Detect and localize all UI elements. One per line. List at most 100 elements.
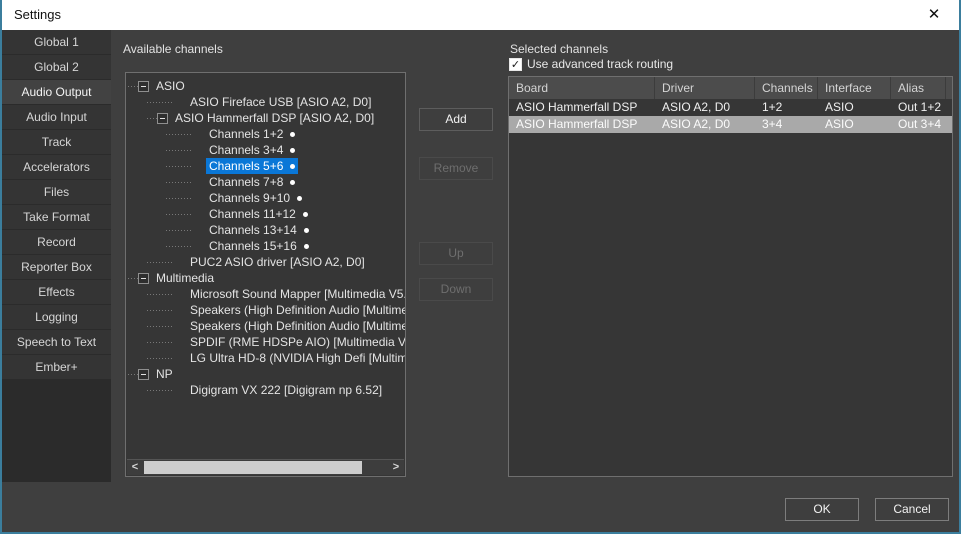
sidebar-item-files[interactable]: Files <box>2 180 111 204</box>
tree-connector <box>147 294 172 295</box>
scroll-left-icon[interactable]: < <box>127 460 143 475</box>
tree-item-label: Channels 13+14 <box>206 222 312 238</box>
tree-item-label: Channels 5+6 <box>206 158 298 174</box>
tree-item-label: NP <box>153 366 176 382</box>
sidebar-item-ember[interactable]: Ember+ <box>2 355 111 379</box>
tree-item-label: Speakers (High Definition Audio [Multime… <box>187 318 405 334</box>
tree-item-microsoft-sound-mapper-multimedia-v5-0[interactable]: Microsoft Sound Mapper [Multimedia V5.0] <box>126 286 405 302</box>
tree-item-puc2-asio-driver-asio-a2-d0[interactable]: PUC2 ASIO driver [ASIO A2, D0] <box>126 254 405 270</box>
table-row[interactable]: ASIO Hammerfall DSPASIO A2, D01+2ASIOOut… <box>509 99 952 116</box>
column-header-interface[interactable]: Interface <box>818 77 891 99</box>
sidebar-item-accelerators[interactable]: Accelerators <box>2 155 111 179</box>
sidebar-item-global-2[interactable]: Global 2 <box>2 55 111 79</box>
channel-bullet-icon <box>304 228 309 233</box>
collapse-minus-icon[interactable] <box>138 369 149 380</box>
tree-connector <box>166 134 191 135</box>
tree-item-asio-fireface-usb-asio-a2-d0[interactable]: ASIO Fireface USB [ASIO A2, D0] <box>126 94 405 110</box>
tree-item-label: Speakers (High Definition Audio [Multime… <box>187 302 405 318</box>
sidebar-item-audio-input[interactable]: Audio Input <box>2 105 111 129</box>
tree-connector <box>128 374 138 375</box>
column-header-channels[interactable]: Channels <box>755 77 818 99</box>
channel-tree: ASIOASIO Fireface USB [ASIO A2, D0]ASIO … <box>126 78 405 398</box>
tree-item-digigram-vx-222-digigram-np-6-52[interactable]: Digigram VX 222 [Digigram np 6.52] <box>126 382 405 398</box>
sidebar-item-track[interactable]: Track <box>2 130 111 154</box>
cell-alias: Out 1+2 <box>891 99 946 116</box>
tree-item-lg-ultra-hd-8-nvidia-high-defi-multimedia-v[interactable]: LG Ultra HD-8 (NVIDIA High Defi [Multime… <box>126 350 405 366</box>
sidebar-item-take-format[interactable]: Take Format <box>2 205 111 229</box>
tree-connector <box>147 118 157 119</box>
tree-item-speakers-high-definition-audio-multimedia-v[interactable]: Speakers (High Definition Audio [Multime… <box>126 302 405 318</box>
cell-channels: 1+2 <box>755 99 818 116</box>
scrollbar-thumb[interactable] <box>144 461 362 474</box>
down-button[interactable]: Down <box>419 278 493 301</box>
close-icon[interactable]: ✕ <box>917 0 951 30</box>
tree-item-channels-13-14[interactable]: Channels 13+14 <box>126 222 405 238</box>
tree-connector <box>166 230 191 231</box>
tree-connector <box>166 214 191 215</box>
tree-item-channels-9-10[interactable]: Channels 9+10 <box>126 190 405 206</box>
advanced-routing-checkbox[interactable]: ✓ <box>509 58 522 71</box>
available-channels-tree-panel: ASIOASIO Fireface USB [ASIO A2, D0]ASIO … <box>125 72 406 477</box>
tree-connector <box>147 342 172 343</box>
collapse-minus-icon[interactable] <box>138 273 149 284</box>
sidebar-item-speech-to-text[interactable]: Speech to Text <box>2 330 111 354</box>
tree-item-label: LG Ultra HD-8 (NVIDIA High Defi [Multime… <box>187 350 405 366</box>
tree-item-spdif-rme-hdspe-aio-multimedia-v10-0[interactable]: SPDIF (RME HDSPe AIO) [Multimedia V10.0] <box>126 334 405 350</box>
advanced-routing-checkbox-label: Use advanced track routing <box>527 57 673 71</box>
tree-connector <box>166 198 191 199</box>
sidebar-item-global-1[interactable]: Global 1 <box>2 30 111 54</box>
tree-item-channels-11-12[interactable]: Channels 11+12 <box>126 206 405 222</box>
tree-item-asio[interactable]: ASIO <box>126 78 405 94</box>
column-header-board[interactable]: Board <box>509 77 655 99</box>
table-row[interactable]: ASIO Hammerfall DSPASIO A2, D03+4ASIOOut… <box>509 116 952 133</box>
channel-bullet-icon <box>290 132 295 137</box>
sidebar-item-record[interactable]: Record <box>2 230 111 254</box>
tree-item-channels-1-2[interactable]: Channels 1+2 <box>126 126 405 142</box>
tree-item-label: PUC2 ASIO driver [ASIO A2, D0] <box>187 254 368 270</box>
dialog-body: Global 1Global 2Audio OutputAudio InputT… <box>2 30 959 532</box>
tree-item-label: Channels 11+12 <box>206 206 311 222</box>
tree-item-label: Channels 7+8 <box>206 174 298 190</box>
tree-connector <box>166 182 191 183</box>
tree-item-label: Channels 3+4 <box>206 142 298 158</box>
window-title: Settings <box>14 0 61 30</box>
tree-item-channels-15-16[interactable]: Channels 15+16 <box>126 238 405 254</box>
ok-button[interactable]: OK <box>785 498 859 521</box>
tree-item-label: Channels 1+2 <box>206 126 298 142</box>
add-button[interactable]: Add <box>419 108 493 131</box>
column-header-filler <box>946 77 953 99</box>
horizontal-scrollbar[interactable]: < > <box>127 459 404 475</box>
tree-item-channels-5-6[interactable]: Channels 5+6 <box>126 158 405 174</box>
tree-item-speakers-high-definition-audio-multimedia-v[interactable]: Speakers (High Definition Audio [Multime… <box>126 318 405 334</box>
tree-connector <box>128 278 138 279</box>
up-button[interactable]: Up <box>419 242 493 265</box>
tree-connector <box>147 358 172 359</box>
tree-connector <box>147 326 172 327</box>
tree-item-channels-3-4[interactable]: Channels 3+4 <box>126 142 405 158</box>
channel-bullet-icon <box>290 164 295 169</box>
tree-item-asio-hammerfall-dsp-asio-a2-d0[interactable]: ASIO Hammerfall DSP [ASIO A2, D0] <box>126 110 405 126</box>
tree-connector <box>147 102 172 103</box>
collapse-minus-icon[interactable] <box>138 81 149 92</box>
collapse-minus-icon[interactable] <box>157 113 168 124</box>
scroll-right-icon[interactable]: > <box>388 460 404 475</box>
tree-item-label: ASIO Fireface USB [ASIO A2, D0] <box>187 94 374 110</box>
sidebar-item-audio-output[interactable]: Audio Output <box>2 80 111 104</box>
tree-item-np[interactable]: NP <box>126 366 405 382</box>
tree-item-label: Channels 9+10 <box>206 190 305 206</box>
sidebar-item-logging[interactable]: Logging <box>2 305 111 329</box>
cancel-button[interactable]: Cancel <box>875 498 949 521</box>
sidebar-item-effects[interactable]: Effects <box>2 280 111 304</box>
column-header-driver[interactable]: Driver <box>655 77 755 99</box>
tree-connector <box>166 150 191 151</box>
tree-item-channels-7-8[interactable]: Channels 7+8 <box>126 174 405 190</box>
tree-item-label: Digigram VX 222 [Digigram np 6.52] <box>187 382 385 398</box>
available-channels-label: Available channels <box>123 42 223 56</box>
sidebar-item-reporter-box[interactable]: Reporter Box <box>2 255 111 279</box>
cell-interface: ASIO <box>818 99 891 116</box>
column-header-alias[interactable]: Alias <box>891 77 946 99</box>
selected-channels-table: BoardDriverChannelsInterfaceAlias ASIO H… <box>508 76 953 477</box>
tree-item-multimedia[interactable]: Multimedia <box>126 270 405 286</box>
titlebar: Settings ✕ <box>2 0 959 30</box>
remove-button[interactable]: Remove <box>419 157 493 180</box>
